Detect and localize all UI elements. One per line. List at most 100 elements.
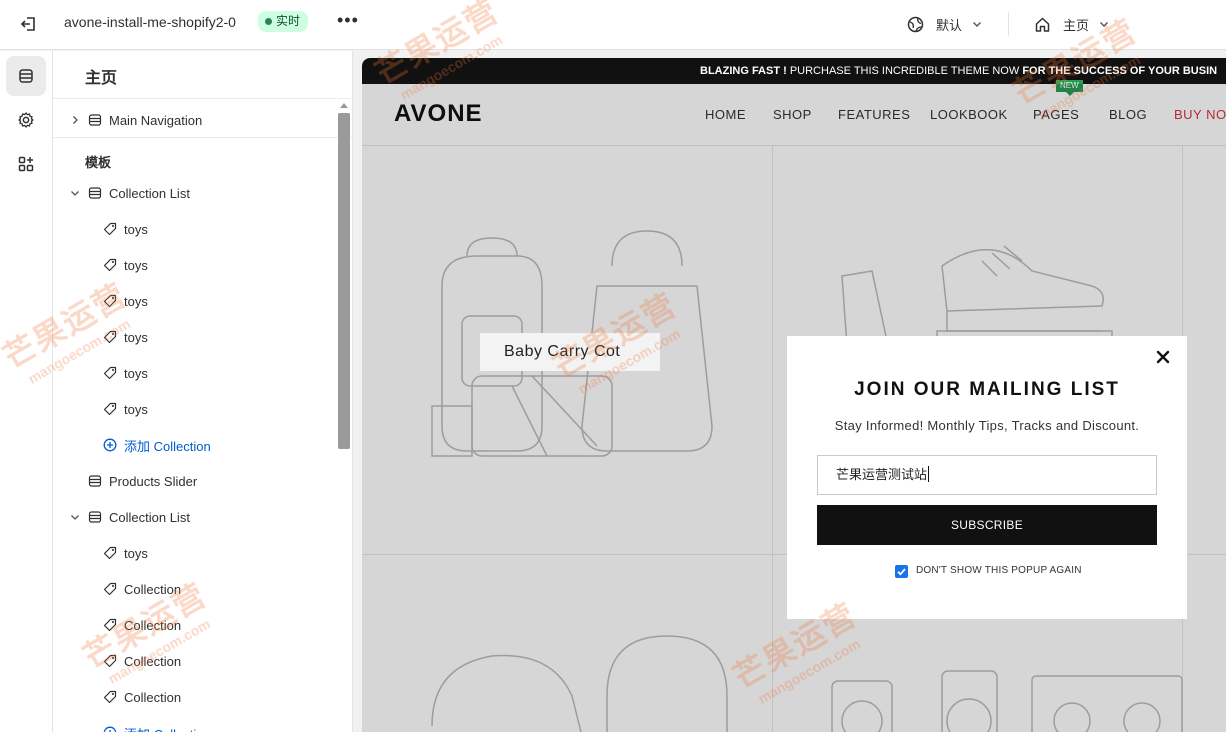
block-item[interactable]: toys: [103, 323, 148, 351]
plus-circle-icon: [103, 726, 117, 732]
tag-icon: [103, 546, 117, 560]
chevron-down-icon[interactable]: [70, 188, 80, 198]
chevron-down-icon: [1100, 22, 1109, 27]
divider: [53, 137, 352, 138]
email-field-value: 芒果运营测试站: [836, 467, 928, 482]
template-section-title: 模板: [85, 155, 112, 170]
announcement-highlight: FOR THE SUCCESS OF YOUR BUSIN: [1022, 65, 1218, 77]
block-label: toys: [124, 257, 148, 273]
block-item[interactable]: Collection: [103, 611, 181, 639]
tag-icon: [103, 222, 117, 236]
add-collection-label: 添加 Collection: [124, 438, 211, 454]
block-item[interactable]: Collection: [103, 647, 181, 675]
divider: [1008, 12, 1009, 36]
section-icon: [88, 114, 102, 126]
section-icon: [88, 187, 102, 199]
block-item[interactable]: toys: [103, 251, 148, 279]
main-navigation-item[interactable]: Main Navigation: [68, 106, 202, 134]
block-label: toys: [124, 329, 148, 345]
editor-rail: [0, 51, 53, 732]
top-bar: avone-install-me-shopify2-0 实时 ••• 默认 主页: [0, 0, 1226, 50]
page-label: 主页: [1063, 17, 1090, 33]
block-item[interactable]: toys: [103, 359, 148, 387]
tag-icon: [103, 654, 117, 668]
popup-title: JOIN OUR MAILING LIST: [854, 379, 1120, 400]
block-label: Collection: [124, 617, 182, 633]
block-label: Collection: [124, 689, 182, 705]
subscribe-button[interactable]: SUBSCRIBE: [817, 505, 1157, 545]
dont-show-label: DON'T SHOW THIS POPUP AGAIN: [916, 565, 1082, 576]
tag-icon: [103, 402, 117, 416]
page-title: 主页: [85, 70, 118, 87]
add-collection-button[interactable]: 添加 Collection: [103, 431, 211, 459]
block-label: Collection: [124, 581, 182, 597]
close-icon[interactable]: [1154, 348, 1172, 366]
announcement-highlight: BLAZING FAST !: [700, 65, 787, 77]
block-label: toys: [124, 365, 148, 381]
tag-icon: [103, 258, 117, 272]
text-caret: [928, 466, 930, 482]
products-slider-section[interactable]: Products Slider: [68, 467, 197, 495]
section-label: Collection List: [109, 185, 190, 201]
sections-button[interactable]: [6, 56, 46, 96]
chevron-down-icon[interactable]: [70, 512, 80, 522]
chevron-down-icon: [973, 22, 982, 27]
more-actions-icon[interactable]: •••: [337, 11, 358, 33]
chevron-right-icon[interactable]: [70, 115, 80, 125]
tag-icon: [103, 366, 117, 380]
checkmark-icon: [897, 568, 906, 576]
language-selector[interactable]: 默认: [907, 12, 994, 36]
exit-icon[interactable]: [18, 13, 40, 35]
announcement-text: PURCHASE THIS INCREDIBLE THEME NOW: [786, 65, 1023, 77]
block-item[interactable]: toys: [103, 395, 148, 423]
block-label: toys: [124, 401, 148, 417]
dont-show-checkbox[interactable]: [895, 565, 908, 578]
block-label: toys: [124, 221, 148, 237]
store-name: avone-install-me-shopify2-0: [64, 14, 236, 30]
sections-sidebar: 主页 Main Navigation 模板 Collection List to…: [53, 51, 353, 732]
announcement-bar: BLAZING FAST ! PURCHASE THIS INCREDIBLE …: [362, 58, 1226, 84]
sections-icon: [19, 69, 33, 83]
tag-icon: [103, 618, 117, 632]
block-label: toys: [124, 545, 148, 561]
block-item[interactable]: Collection: [103, 683, 181, 711]
tag-icon: [103, 294, 117, 308]
divider: [53, 98, 352, 99]
popup-subtitle: Stay Informed! Monthly Tips, Tracks and …: [834, 418, 1140, 433]
newsletter-popup: JOIN OUR MAILING LIST Stay Informed! Mon…: [787, 336, 1187, 619]
block-label: Collection: [124, 653, 182, 669]
collection-title[interactable]: Baby Carry Cot: [480, 333, 660, 371]
status-badge-label: 实时: [276, 14, 301, 28]
block-item[interactable]: toys: [103, 287, 148, 315]
language-label: 默认: [936, 17, 963, 33]
status-badge: 实时: [258, 11, 309, 32]
block-item[interactable]: Collection: [103, 575, 181, 603]
apps-icon: [18, 156, 34, 172]
collection-list-section[interactable]: Collection List: [68, 503, 190, 531]
live-dot-icon: [265, 18, 272, 25]
app-embeds-button[interactable]: [6, 144, 46, 184]
section-icon: [88, 475, 102, 487]
tag-icon: [103, 690, 117, 704]
block-label: toys: [124, 293, 148, 309]
main-navigation-label: Main Navigation: [109, 112, 203, 128]
plus-circle-icon: [103, 438, 117, 452]
scroll-up-arrow-icon[interactable]: [340, 103, 348, 108]
section-label: Products Slider: [109, 473, 198, 489]
globe-icon: [907, 16, 924, 32]
add-collection-label: 添加 Collection: [124, 724, 211, 732]
email-field[interactable]: 芒果运营测试站: [817, 455, 1157, 495]
gear-icon: [18, 112, 34, 128]
home-icon: [1035, 17, 1050, 32]
sidebar-scrollbar[interactable]: [338, 113, 350, 449]
section-icon: [88, 511, 102, 523]
tag-icon: [103, 330, 117, 344]
tag-icon: [103, 582, 117, 596]
section-label: Collection List: [109, 509, 190, 525]
theme-settings-button[interactable]: [6, 100, 46, 140]
block-item[interactable]: toys: [103, 215, 148, 243]
page-selector[interactable]: 主页: [1034, 12, 1121, 36]
collection-list-section[interactable]: Collection List: [68, 179, 190, 207]
block-item[interactable]: toys: [103, 539, 148, 567]
add-collection-button[interactable]: 添加 Collection: [103, 719, 211, 732]
